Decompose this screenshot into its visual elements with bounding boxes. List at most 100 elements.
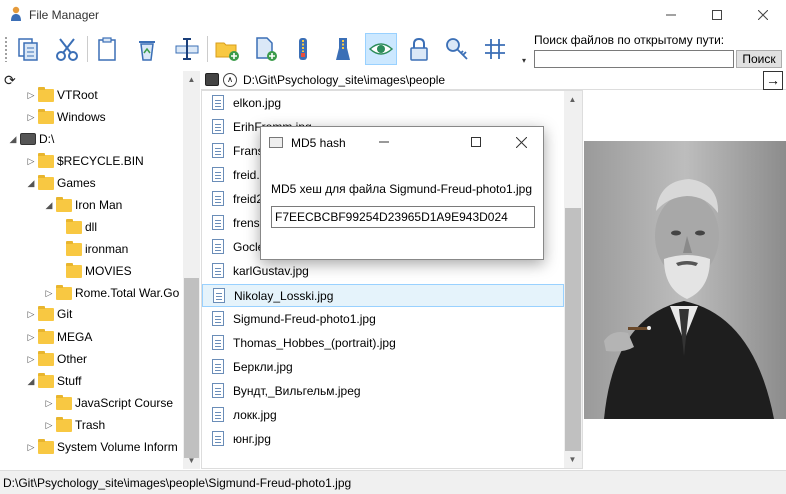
tree-item-ironman[interactable]: ironman [66,238,128,260]
tree-item-mega[interactable]: ▷ MEGA [24,326,92,348]
expand-arrow-icon[interactable]: ▷ [42,398,56,409]
tree-item-git[interactable]: ▷ Git [24,303,72,325]
dialog-close-button[interactable] [498,127,544,157]
search-input[interactable] [534,50,734,68]
collapse-arrow-icon[interactable]: ◢ [24,178,38,189]
tree-item-trash[interactable]: ▷ Trash [42,414,105,436]
file-name: frens [233,215,260,230]
view-hidden-button[interactable] [365,33,397,65]
file-icon [212,239,224,254]
tree-item-recycle-bin[interactable]: ▷ $RECYCLE.BIN [24,150,144,172]
file-icon [212,95,224,110]
file-item[interactable]: Thomas_Hobbes_(portrait).jpg [202,331,564,354]
file-name: локк.jpg [233,407,277,422]
scrollbar-thumb[interactable] [565,208,581,451]
extract-button[interactable] [327,33,359,65]
file-item[interactable]: Вундт,_Вильгельм.jpeg [202,379,564,402]
collapse-arrow-icon[interactable]: ◢ [24,376,38,387]
tree-item-label: dll [85,220,98,234]
minimize-button[interactable] [648,0,694,30]
recycle-bin-icon [139,41,155,61]
paste-button[interactable] [91,33,123,65]
tree-item-windows[interactable]: ▷ Windows [24,106,106,128]
file-name: karlGustav.jpg [233,263,309,278]
toolbar-grip[interactable] [4,36,8,62]
folder-icon [66,262,82,278]
tree-item-label: Rome.Total War.Go [75,286,180,300]
folder-icon [38,108,54,124]
hash-button[interactable] [479,33,511,65]
maximize-button[interactable] [694,0,740,30]
tree-item-games[interactable]: ◢ Games [24,172,96,194]
hash-icon [485,39,505,59]
collapse-arrow-icon[interactable]: ◢ [6,134,20,145]
file-list-scrollbar[interactable]: ▲ ▼ [564,91,582,468]
file-icon [212,431,224,446]
file-item[interactable]: Sigmund-Freud-photo1.jpg [202,307,564,330]
dialog-title: MD5 hash [291,136,346,150]
close-icon [758,10,768,20]
tree-item-rome-total-war[interactable]: ▷ Rome.Total War.Go [42,282,179,304]
dialog-minimize-button[interactable] [361,127,407,157]
toolbar-separator [207,36,208,62]
scrollbar-thumb[interactable] [184,278,199,458]
rename-button[interactable] [171,33,203,65]
tree-item-label: Iron Man [75,198,123,212]
file-name: elkon.jpg [233,95,282,110]
folder-icon [66,240,82,256]
path-input[interactable]: D:\Git\Psychology_site\images\people [241,71,761,89]
file-icon [212,167,224,182]
scroll-down-icon[interactable]: ▼ [183,452,200,469]
scroll-up-icon[interactable]: ▲ [564,91,581,108]
scroll-up-icon[interactable]: ▲ [183,71,200,88]
search-button[interactable]: Поиск [736,50,782,68]
file-item[interactable]: Беркли.jpg [202,355,564,378]
tree-item-dll[interactable]: dll [66,216,97,238]
go-arrow-button[interactable]: → [763,71,783,90]
expand-arrow-icon[interactable]: ▷ [24,442,38,453]
tree-item-other[interactable]: ▷ Other [24,348,87,370]
file-item[interactable]: локк.jpg [202,403,564,426]
tree-item-movies[interactable]: MOVIES [66,260,132,282]
scroll-down-icon[interactable]: ▼ [564,451,581,468]
tree-item-javascript-course[interactable]: ▷ JavaScript Course [42,392,173,414]
expand-arrow-icon[interactable]: ▷ [24,332,38,343]
expand-arrow-icon[interactable]: ▷ [24,90,38,101]
tree-item-drive-d[interactable]: ◢ D:\ [6,128,55,150]
dialog-message: MD5 хеш для файла Sigmund-Freud-photo1.j… [271,182,533,196]
up-folder-button[interactable]: ∧ [223,73,237,87]
tree-scrollbar[interactable]: ▲ ▼ [183,71,200,469]
tree-item-vtroot[interactable]: ▷ VTRoot [24,84,98,106]
tree-item-stuff[interactable]: ◢ Stuff [24,370,81,392]
copy-button[interactable] [12,33,44,65]
delete-button[interactable] [131,33,163,65]
text-cursor-icon [175,38,199,60]
close-button[interactable] [740,0,786,30]
expand-arrow-icon[interactable]: ▷ [24,309,38,320]
file-icon [212,119,224,134]
tree-item-iron-man[interactable]: ◢ Iron Man [42,194,122,216]
tree-item-system-volume[interactable]: ▷ System Volume Inform [24,436,178,458]
dialog-maximize-button[interactable] [453,127,499,157]
file-item[interactable]: elkon.jpg [202,91,564,114]
expand-arrow-icon[interactable]: ▷ [24,354,38,365]
expand-arrow-icon[interactable]: ▷ [24,112,38,123]
expand-arrow-icon[interactable]: ▷ [42,288,56,299]
toolbar-overflow-button[interactable]: ▾ [522,56,532,68]
file-item[interactable]: юнг.jpg [202,427,564,450]
file-name: юнг.jpg [233,431,271,446]
file-item-selected[interactable]: Nikolay_Losski.jpg [202,284,564,307]
file-item[interactable]: karlGustav.jpg [202,259,564,282]
tree-item-label: Windows [57,110,106,124]
hash-field[interactable] [271,206,535,228]
archive-button[interactable] [287,33,319,65]
key-button[interactable] [441,33,473,65]
new-file-button[interactable] [249,33,281,65]
expand-arrow-icon[interactable]: ▷ [42,420,56,431]
refresh-icon[interactable]: ⟳ [4,72,16,89]
new-folder-button[interactable] [211,33,243,65]
expand-arrow-icon[interactable]: ▷ [24,156,38,167]
lock-button[interactable] [403,33,435,65]
cut-button[interactable] [51,33,83,65]
collapse-arrow-icon[interactable]: ◢ [42,200,56,211]
